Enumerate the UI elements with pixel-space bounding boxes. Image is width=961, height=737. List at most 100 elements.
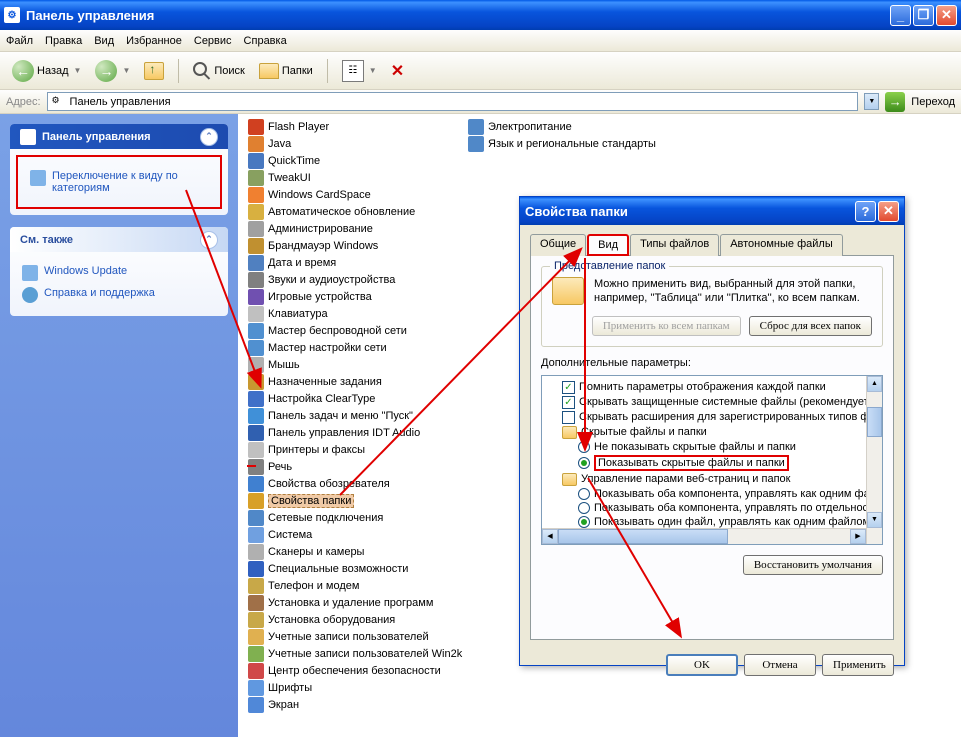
tree-item[interactable]: ✓Помнить параметры отображения каждой па… (546, 380, 878, 395)
advanced-tree[interactable]: ✓Помнить параметры отображения каждой па… (541, 375, 883, 545)
go-button[interactable]: → (885, 92, 905, 112)
reset-all-folders-button[interactable]: Сброс для всех папок (749, 316, 872, 336)
menu-help[interactable]: Справка (244, 35, 287, 47)
cpl-item[interactable]: Установка и удаление программ (246, 594, 466, 611)
cpl-item[interactable]: Сетевые подключения (246, 509, 466, 526)
ok-button[interactable]: OK (666, 654, 738, 676)
cpl-item[interactable]: Электропитание (466, 118, 686, 135)
menu-tools[interactable]: Сервис (194, 35, 232, 47)
tree-item[interactable]: Управление парами веб-страниц и папок (546, 472, 878, 487)
scroll-left-button[interactable]: ◀ (542, 529, 558, 544)
cpl-item[interactable]: Телефон и модем (246, 577, 466, 594)
cpl-item[interactable]: Экран (246, 696, 466, 713)
switch-view-link[interactable]: Переключение к виду по категориям (30, 167, 208, 197)
scroll-down-button[interactable]: ▼ (867, 512, 882, 528)
cpl-item[interactable]: Панель управления IDT Audio (246, 424, 466, 441)
tree-item[interactable]: Скрытые файлы и папки (546, 425, 878, 440)
tree-item[interactable]: Показывать скрытые файлы и папки (546, 454, 878, 472)
dialog-close-button[interactable]: ✕ (878, 201, 899, 222)
tab-general[interactable]: Общие (530, 234, 586, 256)
cpl-item[interactable]: Назначенные задания (246, 373, 466, 390)
cpl-item[interactable]: Flash Player (246, 118, 466, 135)
cpl-item[interactable]: Язык и региональные стандарты (466, 135, 686, 152)
cpl-item[interactable]: Звуки и аудиоустройства (246, 271, 466, 288)
tree-item[interactable]: Показывать оба компонента, управлять как… (546, 487, 878, 501)
views-button[interactable]: ☷ ▼ (338, 58, 381, 84)
cpl-item[interactable]: Речь (246, 458, 466, 475)
cpl-item[interactable]: QuickTime (246, 152, 466, 169)
dialog-help-button[interactable]: ? (855, 201, 876, 222)
address-field[interactable]: ⚙ Панель управления (47, 92, 859, 111)
cpl-item[interactable]: Система (246, 526, 466, 543)
vertical-scrollbar[interactable]: ▲ ▼ (866, 376, 882, 544)
dialog-titlebar: Свойства папки ? ✕ (520, 197, 904, 225)
apply-all-folders-button[interactable]: Применить ко всем папкам (592, 316, 741, 336)
cpl-item[interactable]: Свойства обозревателя (246, 475, 466, 492)
tree-item[interactable]: Показывать оба компонента, управлять по … (546, 501, 878, 515)
cpl-item[interactable]: Панель задач и меню "Пуск" (246, 407, 466, 424)
horizontal-scrollbar[interactable]: ◀ ▶ (542, 528, 866, 544)
cpl-item[interactable]: Принтеры и факсы (246, 441, 466, 458)
close-button[interactable]: ✕ (936, 5, 957, 26)
apply-button[interactable]: Применить (822, 654, 894, 676)
tree-item[interactable]: Скрывать расширения для зарегистрированн… (546, 410, 878, 425)
cpl-item[interactable]: Дата и время (246, 254, 466, 271)
cpl-item[interactable]: Мастер настройки сети (246, 339, 466, 356)
back-button[interactable]: ← Назад ▼ (8, 58, 85, 84)
cpl-item[interactable]: Свойства папки (246, 492, 466, 509)
cpl-item[interactable]: Windows CardSpace (246, 186, 466, 203)
control-panel-icon (20, 129, 36, 145)
tree-item[interactable]: ✓Скрывать защищенные системные файлы (ре… (546, 395, 878, 410)
tree-item[interactable]: Не показывать скрытые файлы и папки (546, 440, 878, 454)
maximize-button[interactable]: ❐ (913, 5, 934, 26)
search-button[interactable]: Поиск (189, 60, 248, 82)
cpl-icon (248, 289, 264, 305)
menu-view[interactable]: Вид (94, 35, 114, 47)
cpl-item[interactable]: Администрирование (246, 220, 466, 237)
tab-filetypes[interactable]: Типы файлов (630, 234, 719, 256)
cpl-item[interactable]: Мышь (246, 356, 466, 373)
up-button[interactable] (140, 60, 168, 82)
scroll-right-button[interactable]: ▶ (850, 529, 866, 544)
scroll-up-button[interactable]: ▲ (867, 376, 882, 392)
cpl-item[interactable]: Мастер беспроводной сети (246, 322, 466, 339)
folder-options-dialog: Свойства папки ? ✕ Общие Вид Типы файлов… (519, 196, 905, 666)
scroll-thumb[interactable] (558, 529, 728, 544)
minimize-button[interactable]: _ (890, 5, 911, 26)
cpl-item[interactable]: Клавиатура (246, 305, 466, 322)
cpl-item[interactable]: Центр обеспечения безопасности (246, 662, 466, 679)
cpl-item[interactable]: Настройка ClearType (246, 390, 466, 407)
delete-button[interactable]: ✕ (387, 59, 408, 83)
sidebar-link-windows-update[interactable]: Windows Update (22, 262, 216, 284)
collapse-icon[interactable]: ⌃ (200, 231, 218, 249)
cpl-item[interactable]: Автоматическое обновление (246, 203, 466, 220)
cpl-item[interactable]: Шрифты (246, 679, 466, 696)
cpl-item[interactable]: Установка оборудования (246, 611, 466, 628)
group-row: Можно применить вид, выбранный для этой … (552, 277, 872, 306)
scroll-thumb[interactable] (867, 407, 882, 437)
cpl-icon (248, 561, 264, 577)
menu-edit[interactable]: Правка (45, 35, 82, 47)
menu-favorites[interactable]: Избранное (126, 35, 182, 47)
sidebar-link-help[interactable]: Справка и поддержка (22, 284, 216, 306)
cpl-item[interactable]: Брандмауэр Windows (246, 237, 466, 254)
collapse-icon[interactable]: ⌃ (200, 128, 218, 146)
address-dropdown[interactable]: ▼ (864, 93, 879, 110)
folders-button[interactable]: Папки (255, 61, 317, 81)
tab-offline[interactable]: Автономные файлы (720, 234, 843, 256)
cpl-item[interactable]: Игровые устройства (246, 288, 466, 305)
cpl-item[interactable]: Java (246, 135, 466, 152)
cpl-item[interactable]: Учетные записи пользователей (246, 628, 466, 645)
cpl-item[interactable]: TweakUI (246, 169, 466, 186)
cancel-button[interactable]: Отмена (744, 654, 816, 676)
forward-button[interactable]: → ▼ (91, 58, 134, 84)
cpl-item[interactable]: Учетные записи пользователей Win2k (246, 645, 466, 662)
tab-view[interactable]: Вид (587, 234, 629, 256)
radio-icon (578, 441, 590, 453)
cpl-item[interactable]: Сканеры и камеры (246, 543, 466, 560)
cpl-item[interactable]: Специальные возможности (246, 560, 466, 577)
restore-defaults-button[interactable]: Восстановить умолчания (743, 555, 883, 575)
menu-file[interactable]: Файл (6, 35, 33, 47)
window-controls: _ ❐ ✕ (890, 5, 957, 26)
tree-item[interactable]: Показывать один файл, управлять как одни… (546, 515, 878, 529)
